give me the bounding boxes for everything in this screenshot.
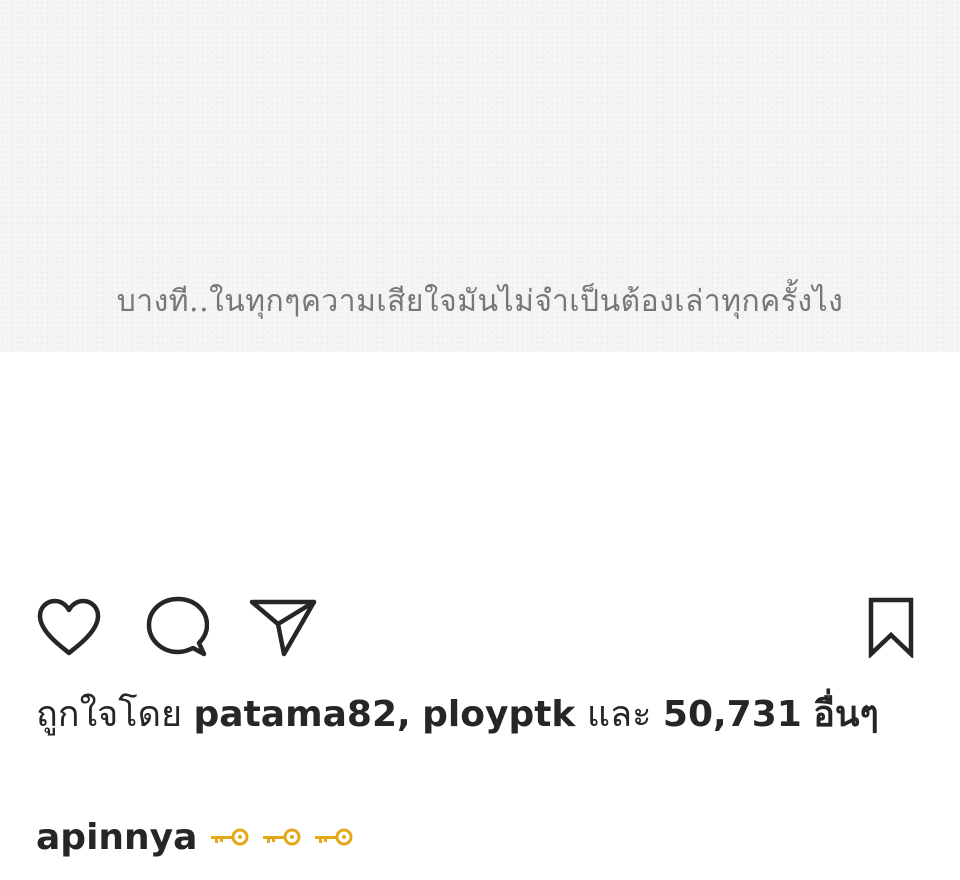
save-button[interactable] bbox=[856, 592, 926, 662]
likes-count[interactable]: 50,731 bbox=[663, 694, 802, 735]
caption-username[interactable]: apinnya bbox=[36, 817, 197, 858]
speech-bubble-icon bbox=[146, 596, 209, 657]
likes-suffix[interactable]: อื่นๆ bbox=[813, 694, 879, 735]
liker-username-2[interactable]: ploypt­k bbox=[422, 694, 575, 735]
key-emoji-icon bbox=[315, 828, 353, 846]
share-button[interactable] bbox=[248, 592, 318, 662]
bookmark-outline-icon bbox=[868, 597, 914, 658]
post-image-text: บางที..ในทุกๆความเสียใจมันไม่จำเป็นต้องเ… bbox=[116, 284, 844, 319]
paper-plane-icon bbox=[249, 599, 317, 657]
heart-outline-icon bbox=[37, 598, 101, 656]
caption: apinnya bbox=[36, 812, 357, 862]
action-bar bbox=[0, 592, 960, 662]
liker-username-1[interactable]: patama82 bbox=[194, 694, 397, 735]
post-image[interactable]: บางที..ในทุกๆความเสียใจมันไม่จำเป็นต้องเ… bbox=[0, 0, 960, 352]
key-emoji-icon bbox=[263, 828, 301, 846]
comment-button[interactable] bbox=[142, 592, 212, 662]
likes-summary: ถูกใจโดย patama82, ploypt­k และ 50,731 อ… bbox=[36, 690, 916, 740]
caption-emojis bbox=[209, 825, 357, 849]
likes-prefix: ถูกใจโดย bbox=[36, 694, 183, 735]
key-emoji-icon bbox=[211, 828, 249, 846]
likes-conjunction: และ bbox=[586, 694, 652, 735]
likes-separator: , bbox=[397, 694, 411, 735]
like-button[interactable] bbox=[34, 592, 104, 662]
